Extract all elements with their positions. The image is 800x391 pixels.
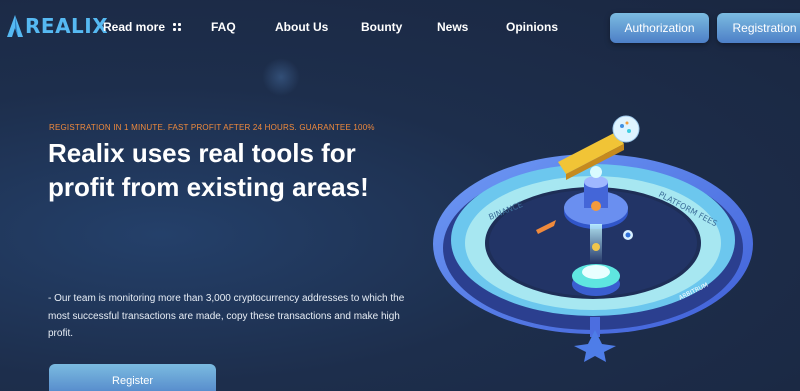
nav-opinions[interactable]: Opinions bbox=[506, 19, 558, 35]
nav-about-us[interactable]: About Us bbox=[275, 19, 328, 35]
platform-illustration: BINANCE PLATFORM FEES ARBITRUM bbox=[433, 115, 753, 362]
grid-dots-icon bbox=[173, 23, 182, 31]
nav-bounty[interactable]: Bounty bbox=[361, 19, 402, 35]
realix-logo-icon bbox=[7, 15, 23, 37]
background-glow bbox=[262, 58, 300, 96]
nav-news[interactable]: News bbox=[437, 19, 468, 35]
star-icon bbox=[574, 330, 616, 362]
registration-button[interactable]: Registration bbox=[717, 13, 800, 43]
hero-headline: Realix uses real tools for profit from e… bbox=[48, 138, 369, 202]
brand-logo[interactable]: REALIX bbox=[6, 14, 108, 38]
authorization-button[interactable]: Authorization bbox=[610, 13, 709, 43]
nav-read-more-label: Read more bbox=[103, 20, 166, 34]
site-header: REALIX Read more FAQ About Us Bounty New… bbox=[0, 0, 800, 54]
nav-faq[interactable]: FAQ bbox=[211, 19, 236, 35]
brand-name: REALIX bbox=[25, 14, 109, 38]
hero-tagline: REGISTRATION IN 1 MINUTE. FAST PROFIT AF… bbox=[49, 123, 375, 132]
hero-description: - Our team is monitoring more than 3,000… bbox=[48, 293, 405, 339]
nav-read-more[interactable]: Read more bbox=[103, 19, 182, 35]
register-button[interactable]: Register bbox=[49, 364, 216, 391]
